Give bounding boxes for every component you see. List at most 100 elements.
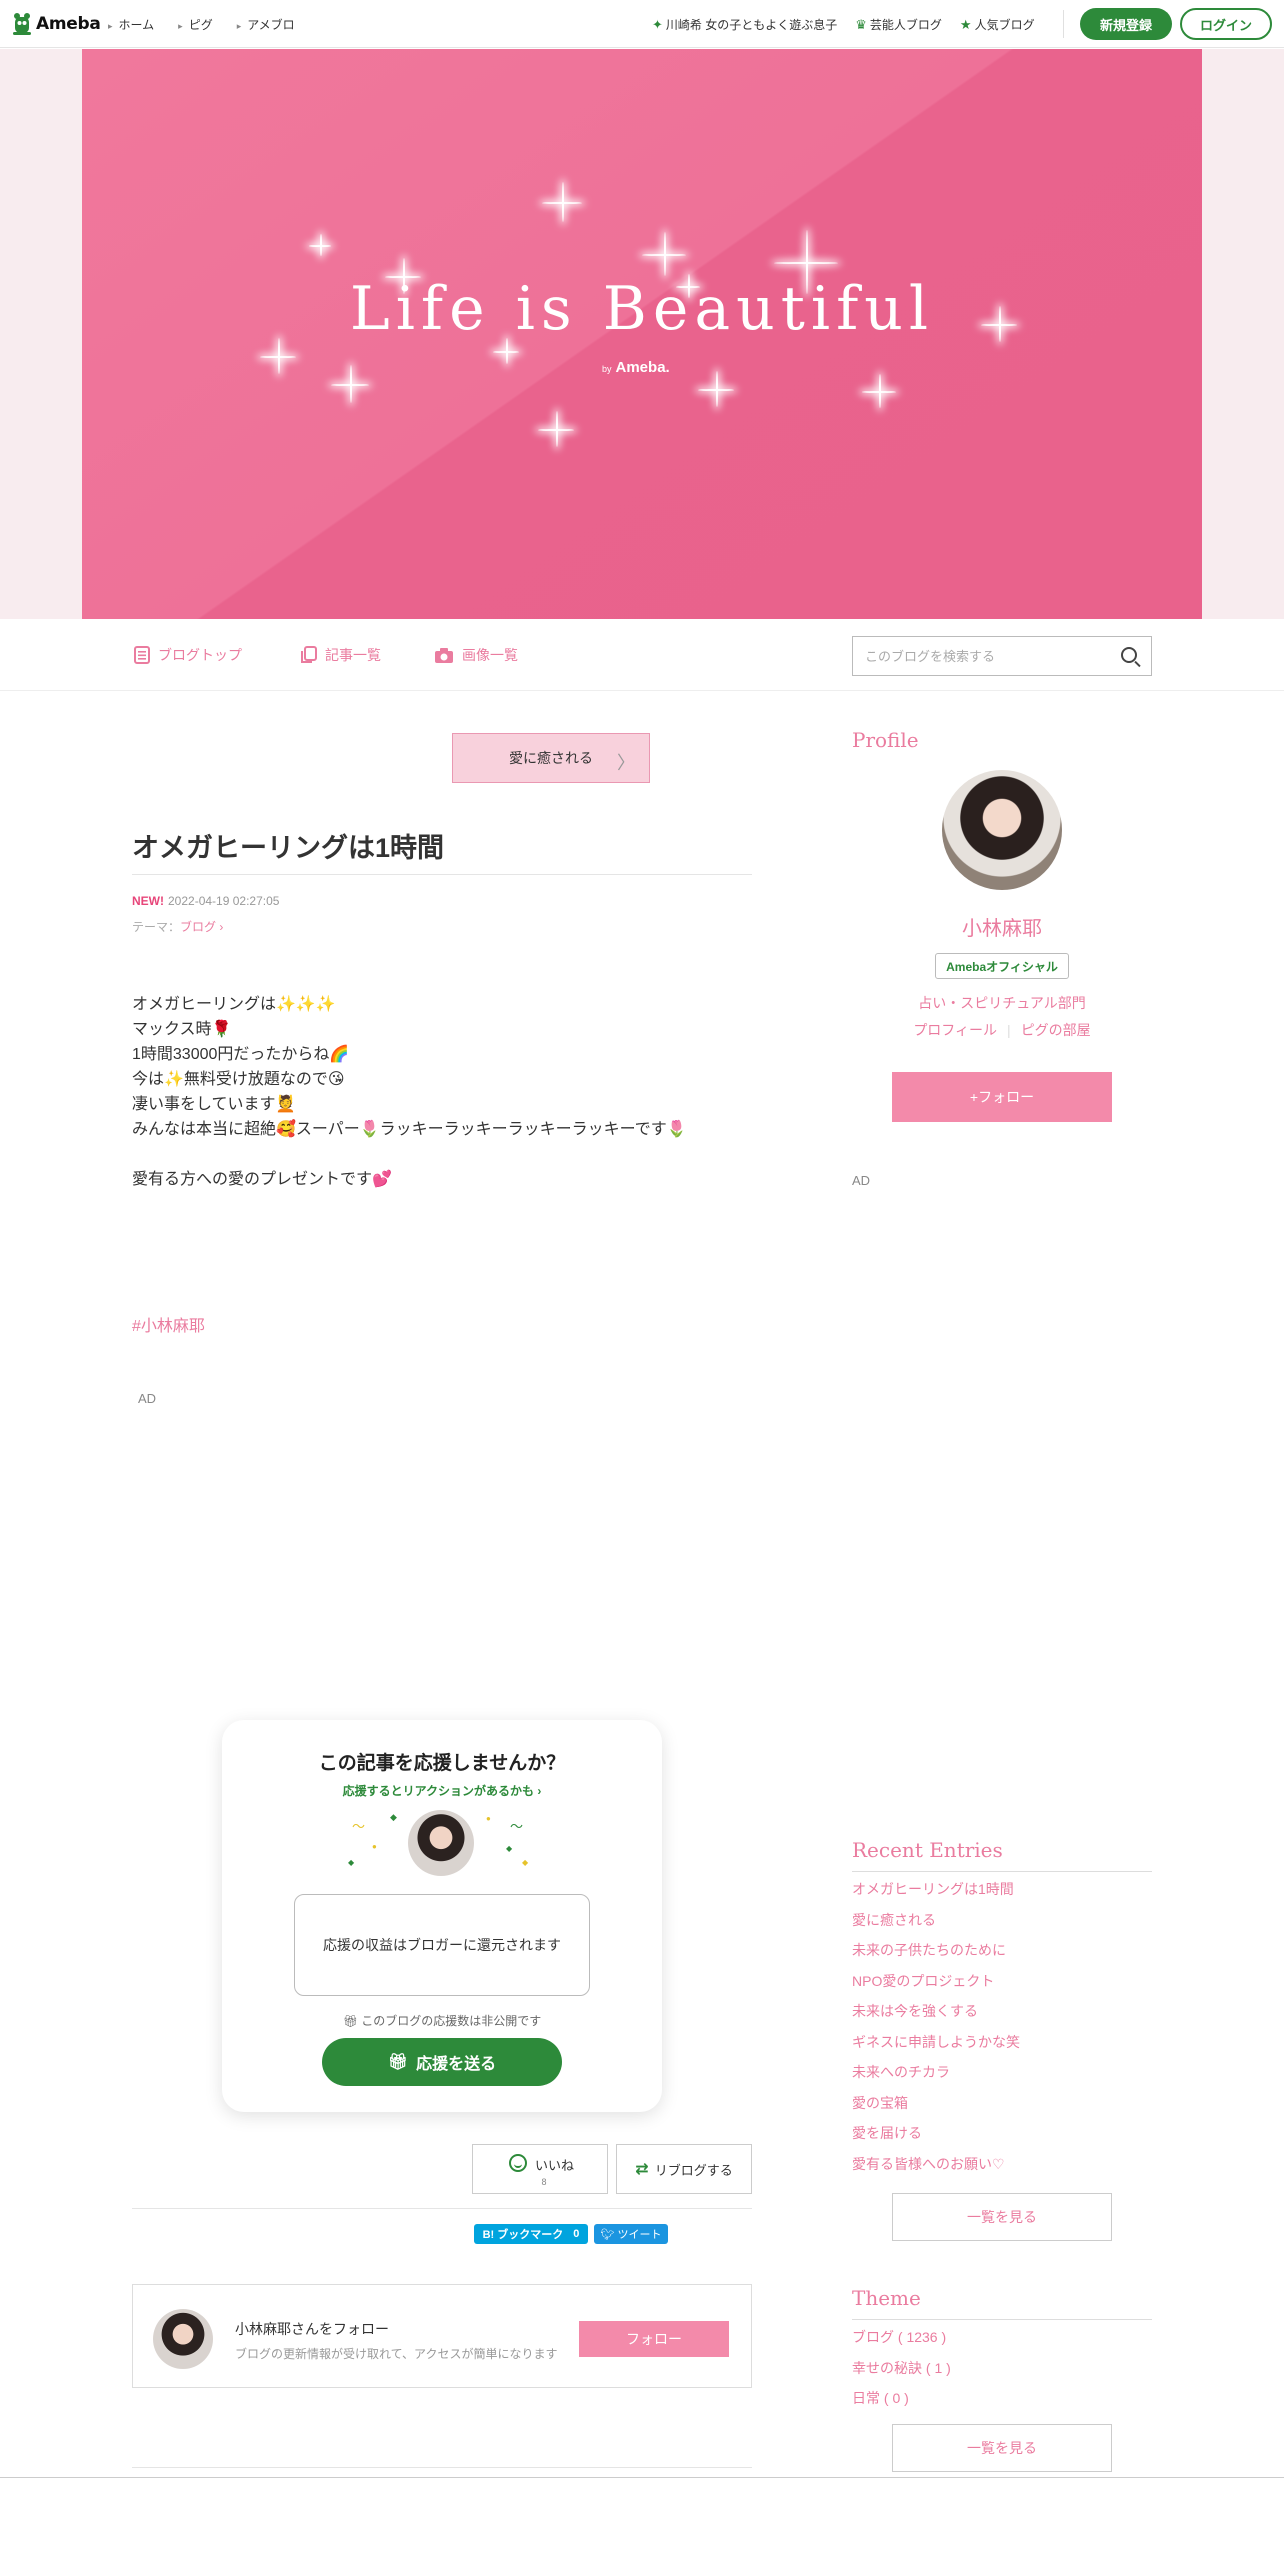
copy-icon (301, 646, 317, 663)
recent-entry-link[interactable]: 未来の子供たちのために (852, 1935, 1020, 1966)
support-card: この記事を応援しませんか？ 応援するとリアクションがあるかも › 〜 ◆ ● ◆… (222, 1720, 662, 2112)
popular-blog-link[interactable]: ★ 人気ブログ (960, 16, 1035, 33)
tweet-button[interactable]: 🐦︎ ツイート (594, 2224, 668, 2244)
recent-entry-link[interactable]: 愛有る皆様へのお願い♡ (852, 2149, 1020, 2180)
celebrity-blog-link[interactable]: ♛ 芸能人ブログ (855, 16, 942, 33)
register-button[interactable]: 新規登録 (1080, 8, 1172, 40)
theme-more-button[interactable]: 一覧を見る (892, 2424, 1112, 2472)
sparkle-decoration (862, 374, 896, 408)
reblog-button[interactable]: ⇄ リブログする (616, 2144, 752, 2194)
sidebar-follow-button[interactable]: +フォロー (892, 1072, 1112, 1122)
recent-entry-link[interactable]: オメガヒーリングは1時間 (852, 1874, 1020, 1905)
profile-link[interactable]: プロフィール (913, 1022, 997, 1038)
sparkle-decoration (538, 411, 574, 447)
theme-heading: Theme (852, 2286, 921, 2310)
like-button[interactable]: いいね 8 (472, 2144, 608, 2194)
camera-icon (435, 647, 453, 663)
pigg-room-link[interactable]: ピグの部屋 (1021, 1022, 1091, 1038)
theme-link[interactable]: 幸せの秘訣 ( 1 ) (852, 2353, 951, 2384)
nav-pigg-link[interactable]: ピグ (178, 16, 213, 33)
blog-byline: by Ameba. (602, 359, 802, 376)
blog-top-label: ブログトップ (158, 647, 242, 663)
sidebar-ad-label: AD (852, 1173, 871, 1188)
celebrity-blog-label: 芸能人ブログ (869, 18, 942, 32)
theme-link[interactable]: 日常 ( 0 ) (852, 2383, 951, 2414)
support-note-text: このブログの応援数は非公開です (361, 2014, 542, 2028)
recent-entry-link[interactable]: 愛に癒される (852, 1905, 1020, 1936)
profile-links: プロフィール | ピグの部屋 (852, 1020, 1152, 1040)
hatena-bookmark-button[interactable]: B! ブックマーク 0 (474, 2224, 588, 2244)
theme-prefix: テーマ： (132, 920, 181, 934)
nav-home-link[interactable]: ホーム (108, 16, 155, 33)
blog-top-link[interactable]: ブログトップ (134, 645, 242, 665)
post-theme: テーマ：ブログ › (132, 918, 223, 935)
profile-name[interactable]: 小林麻耶 (852, 912, 1152, 941)
theme-link[interactable]: ブログ (180, 920, 216, 934)
gift-icon: 🎁︎ (387, 2054, 409, 2071)
recent-entry-link[interactable]: ギネスに申請しようかな笑 (852, 2027, 1020, 2058)
blog-header-image[interactable]: Life is Beautiful by Ameba. (82, 49, 1202, 619)
reblog-icon: ⇄ (635, 2161, 649, 2178)
sparkle-decoration (774, 230, 838, 294)
theme-divider (852, 2319, 1152, 2320)
topbar-divider (1063, 10, 1064, 38)
search-icon[interactable] (1121, 647, 1137, 663)
body-line: みんなは本当に超絶🥰スーパー🌷ラッキーラッキーラッキーラッキーです🌷 (132, 1121, 687, 1138)
follow-button[interactable]: フォロー (579, 2321, 729, 2357)
byline-by: by (602, 364, 612, 374)
support-question: この記事を応援しませんか？ (318, 1753, 566, 1774)
profile-avatar[interactable] (942, 770, 1062, 890)
recent-entry-link[interactable]: 未来は今を強くする (852, 1996, 1020, 2027)
blog-search (852, 636, 1152, 676)
entry-list-label: 記事一覧 (325, 647, 381, 663)
recent-entry-link[interactable]: NPO愛のプロジェクト (852, 1966, 1020, 1997)
entry-list-link[interactable]: 記事一覧 (300, 645, 381, 665)
ameba-logo[interactable]: Ameba (12, 12, 101, 36)
confetti-decoration: ● (372, 1842, 377, 1851)
login-button[interactable]: ログイン (1180, 8, 1272, 40)
like-label: いいね (535, 2158, 575, 2173)
send-support-button[interactable]: 🎁︎ 応援を送る (322, 2038, 562, 2086)
official-badge: Amebaオフィシャル (935, 953, 1069, 979)
top-bar: Ameba ホーム ピグ アメブロ ✦川崎希 女の子ともよく遊ぶ息子 ♛芸能人ブ… (0, 0, 1284, 48)
image-list-label: 画像一覧 (462, 647, 518, 663)
prev-entry-label: 愛に癒される (509, 750, 593, 766)
confetti-decoration: ◆ (522, 1858, 529, 1867)
sparkle-decoration (698, 371, 734, 407)
recent-entry-link[interactable]: 愛の宝箱 (852, 2088, 1020, 2119)
post-datetime: 2022-04-19 02:27:05 (168, 894, 280, 908)
support-reaction-link[interactable]: 応援するとリアクションがあるかも › (222, 1782, 662, 1799)
body-line (132, 1142, 752, 1167)
recent-entry-link[interactable]: 愛を届ける (852, 2118, 1020, 2149)
confetti-decoration: ◆ (348, 1858, 355, 1867)
post-body: オメガヒーリングは✨✨✨ マックス時🌹 1時間33000円だったからね🌈 今は✨… (132, 992, 752, 1192)
sparkle-icon: ✦ (652, 17, 663, 32)
profile-category-link[interactable]: 占い・スピリチュアル部門 (852, 993, 1152, 1013)
popular-blog-label: 人気ブログ (974, 18, 1035, 32)
smile-icon (509, 2154, 527, 2172)
blogger-avatar[interactable] (153, 2309, 213, 2369)
image-list-link[interactable]: 画像一覧 (434, 645, 518, 665)
new-badge: NEW! (132, 894, 164, 908)
follow-box: 小林麻耶さんをフォロー ブログの更新情報が受け取れて、アクセスが簡単になります … (132, 2284, 752, 2388)
recent-more-button[interactable]: 一覧を見る (892, 2193, 1112, 2241)
gift-icon: 🎁︎ (342, 2014, 358, 2028)
theme-link[interactable]: ブログ ( 1236 ) (852, 2322, 951, 2353)
ameba-mascot-icon (13, 13, 31, 35)
sparkle-decoration (642, 232, 686, 276)
prev-entry-button[interactable]: 愛に癒される 〉 (452, 733, 650, 783)
confetti-decoration: ◆ (390, 1812, 397, 1822)
content-divider (132, 2467, 752, 2468)
recent-entry-link[interactable]: 未来へのチカラ (852, 2057, 1020, 2088)
nav-ameblo-link[interactable]: アメブロ (237, 16, 294, 33)
support-info-box: 応援の収益はブロガーに還元されます (294, 1894, 590, 1996)
confetti-decoration: ● (486, 1814, 491, 1823)
logo-text: Ameba (36, 14, 101, 34)
hashtag-link[interactable]: #小林麻耶 (132, 1312, 205, 1336)
recent-entries-divider (852, 1871, 1152, 1872)
blogger-avatar (408, 1810, 474, 1876)
actions-divider (132, 2208, 752, 2209)
like-count: 8 (541, 2177, 547, 2187)
blog-search-input[interactable] (853, 637, 1103, 675)
featured-blog-link[interactable]: ✦ 川崎希 女の子ともよく遊ぶ息子 (652, 16, 837, 33)
